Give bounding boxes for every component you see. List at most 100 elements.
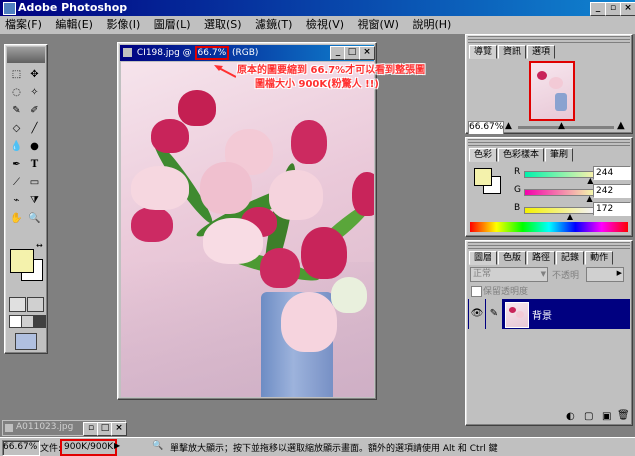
status-bar: 66.67% 文件: 900K/900K ▶ 🔍 單擊放大顯示；按下並拖移以選取…	[0, 437, 635, 456]
new-layer-icon[interactable]: ▣	[602, 411, 611, 422]
menu-view[interactable]: 檢視(V)	[301, 16, 349, 33]
status-zoom[interactable]: 66.67%	[2, 440, 40, 456]
color-tabs: 色彩 色彩樣本 筆刷	[469, 147, 574, 162]
burn-tool-icon[interactable]: ●	[26, 138, 43, 155]
lasso-tool-icon[interactable]: ◌	[8, 84, 25, 101]
zoom-slider-thumb[interactable]: ▲	[558, 121, 565, 131]
tab-layers[interactable]: 圖層	[469, 251, 498, 265]
swap-colors-icon[interactable]: ↔	[36, 241, 43, 250]
marquee-tool-icon[interactable]: ⬚	[8, 66, 25, 83]
document-title-bar: CI198.jpg @ 66.7% (RGB) _ □ ×	[120, 45, 375, 61]
channel-g-thumb[interactable]: ▲	[587, 194, 593, 203]
minimized-close-button[interactable]: ×	[111, 422, 127, 436]
channel-b-thumb[interactable]: ▲	[567, 212, 573, 221]
eraser-tool-icon[interactable]: ◇	[8, 120, 25, 137]
channel-r-label: R	[514, 167, 521, 177]
jump-to-imageready-icon[interactable]	[15, 333, 37, 350]
navigator-panel-header	[468, 36, 630, 44]
standard-mode-icon[interactable]	[9, 297, 26, 312]
color-panel: 色彩 色彩樣本 筆刷 R ▲ 244 G ▲ 242 B ▲ 172	[465, 137, 633, 237]
foreground-color-swatch[interactable]	[10, 249, 34, 273]
menu-select[interactable]: 選取(S)	[199, 16, 247, 33]
channel-g-value[interactable]: 242	[593, 184, 631, 198]
menu-file[interactable]: 檔案(F)	[0, 16, 47, 33]
minimized-document[interactable]: A011023.jpg ▫ □ ×	[2, 420, 127, 436]
channel-r-value[interactable]: 244	[593, 166, 631, 180]
tab-options[interactable]: 選項	[527, 45, 556, 59]
navigator-zoom-field[interactable]: 66.67%	[468, 121, 504, 135]
menu-help[interactable]: 說明(H)	[407, 16, 456, 33]
measure-tool-icon[interactable]: ⟋	[8, 174, 25, 191]
menu-image[interactable]: 影像(I)	[101, 16, 145, 33]
magic-wand-tool-icon[interactable]: ✧	[26, 84, 43, 101]
color-panel-header	[468, 139, 630, 147]
quickmask-mode-icon[interactable]	[27, 297, 44, 312]
brush-icon[interactable]: ✎	[486, 299, 502, 329]
pencil-tool-icon[interactable]: ╱	[26, 120, 43, 137]
airbrush-tool-icon[interactable]: ✎	[8, 102, 25, 119]
tab-channels[interactable]: 色版	[498, 251, 527, 265]
move-tool-icon[interactable]: ✥	[26, 66, 43, 83]
channel-r-slider[interactable]	[524, 171, 596, 178]
tab-paths[interactable]: 路徑	[527, 251, 556, 265]
tab-info[interactable]: 資訊	[498, 45, 527, 59]
tab-color[interactable]: 色彩	[469, 148, 498, 162]
tab-swatches[interactable]: 色彩樣本	[498, 148, 545, 162]
chevron-right-icon: ▶	[616, 269, 622, 277]
preview-tulip	[537, 71, 547, 80]
trash-icon[interactable]: 🗑	[617, 410, 630, 421]
eye-icon[interactable]: 👁	[469, 299, 485, 329]
image-canvas[interactable]	[121, 62, 374, 397]
annotation-arrow-icon	[214, 65, 237, 78]
eyedropper-tool-icon[interactable]: ⌁	[8, 192, 25, 209]
menu-layer[interactable]: 圖層(L)	[149, 16, 196, 33]
tulip-red	[291, 120, 327, 164]
new-fill-layer-icon[interactable]: ◐	[566, 411, 575, 422]
restore-button[interactable]: ▫	[605, 2, 621, 16]
preserve-transparency-checkbox[interactable]	[471, 286, 482, 297]
channel-b-value[interactable]: 172	[593, 202, 631, 216]
pen-tool-icon[interactable]: ✒	[8, 156, 25, 173]
color-ramp[interactable]	[470, 222, 628, 232]
menu-window[interactable]: 視窗(W)	[353, 16, 404, 33]
gradient-tool-icon[interactable]: ▭	[26, 174, 43, 191]
status-doc-size[interactable]: 900K/900K	[60, 439, 118, 456]
opacity-field[interactable]: ▶	[586, 267, 624, 282]
tab-history[interactable]: 記錄	[556, 251, 585, 265]
menu-filter[interactable]: 濾鏡(T)	[250, 16, 297, 33]
tab-brushes[interactable]: 筆刷	[545, 148, 574, 162]
hand-tool-icon[interactable]: ✋	[8, 210, 25, 227]
status-doc-label: 文件:	[40, 444, 62, 454]
navigator-preview[interactable]	[529, 61, 575, 121]
new-layer-mask-icon[interactable]: ▢	[584, 411, 593, 422]
tab-actions[interactable]: 動作	[585, 251, 614, 265]
status-hint: 單擊放大顯示；按下並拖移以選取縮放顯示畫面。額外的選項請使用 Alt 和 Ctr…	[170, 444, 498, 454]
tab-navigator[interactable]: 導覽	[469, 45, 498, 59]
menu-edit[interactable]: 編輯(E)	[50, 16, 98, 33]
zoom-slider[interactable]	[518, 126, 614, 129]
paintbrush-tool-icon[interactable]: ✐	[26, 102, 43, 119]
blend-mode-select[interactable]: 正常 ▼	[470, 267, 548, 282]
photoshop-app-icon[interactable]	[3, 2, 16, 15]
channel-g-slider[interactable]	[524, 189, 596, 196]
channel-b-slider[interactable]	[524, 207, 596, 214]
type-tool-icon[interactable]: T	[26, 156, 43, 173]
layers-panel: 圖層 色版 路徑 記錄 動作 正常 ▼ 不透明 ▶ 保留透明度 👁 ✎ 背景 ◐ ▢ ▣…	[465, 240, 633, 426]
doc-close-button[interactable]: ×	[359, 46, 375, 60]
tulip-red	[178, 90, 216, 126]
navigator-tabs: 導覽 資訊 選項	[469, 44, 556, 59]
screen-mode-3-icon[interactable]	[33, 315, 46, 328]
layer-row-background[interactable]: 👁 ✎ 背景	[468, 299, 630, 329]
close-button[interactable]: ×	[620, 2, 635, 16]
blur-tool-icon[interactable]: 💧	[8, 138, 25, 155]
status-arrow-icon[interactable]: ▶	[114, 441, 120, 450]
minimize-button[interactable]: _	[590, 2, 606, 16]
doc-maximize-button[interactable]: □	[344, 46, 360, 60]
zoom-in-icon[interactable]: ▲	[617, 120, 625, 131]
paint-bucket-tool-icon[interactable]: ⧩	[26, 192, 43, 209]
zoom-out-icon[interactable]: ▲	[505, 121, 512, 131]
zoom-tool-icon[interactable]: 🔍	[26, 210, 43, 227]
annotation-arrow	[214, 65, 237, 79]
menu-bar: 檔案(F) 編輯(E) 影像(I) 圖層(L) 選取(S) 濾鏡(T) 檢視(V…	[0, 16, 635, 34]
color-fg-swatch[interactable]	[474, 168, 492, 186]
